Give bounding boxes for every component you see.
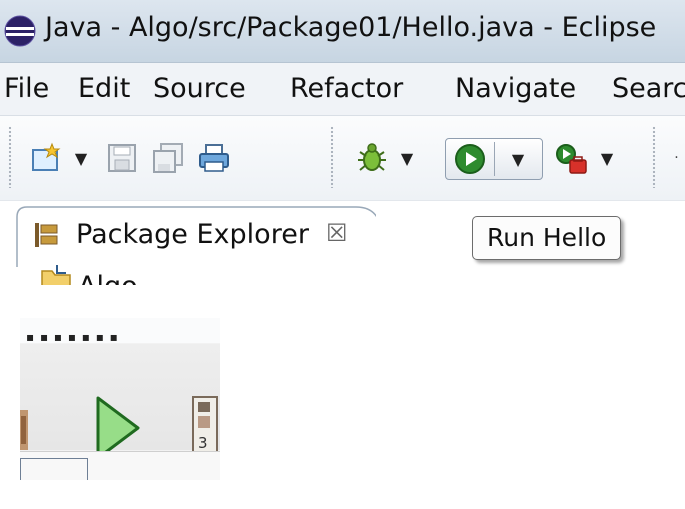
inset-outline-box <box>20 458 88 480</box>
eclipse-window: Java - Algo/src/Package01/Hello.java - E… <box>0 0 685 285</box>
save-all-button[interactable] <box>148 138 188 178</box>
print-button[interactable] <box>194 138 234 178</box>
run-tooltip: Run Hello <box>472 216 622 260</box>
debug-dropdown-arrow[interactable]: ▼ <box>398 146 416 170</box>
inset-widget-bar <box>198 402 210 412</box>
new-button[interactable] <box>26 138 68 178</box>
close-icon[interactable]: ☒ <box>326 219 348 247</box>
run-dropdown-arrow[interactable]: ▼ <box>500 145 536 173</box>
toolbar-separator <box>652 126 656 188</box>
save-icon <box>108 144 136 172</box>
external-tools-dropdown-arrow[interactable]: ▼ <box>598 146 616 170</box>
inset-dotted-edge: ▪ ▪ ▪ ▪ ▪ ▪ ▪ <box>26 330 119 344</box>
title-bar: Java - Algo/src/Package01/Hello.java - E… <box>0 0 685 63</box>
menu-edit[interactable]: Edit <box>78 73 130 104</box>
main-toolbar: ▼ ▼ ▼ ▼ · <box>0 116 685 200</box>
external-tools-icon <box>556 144 587 174</box>
new-file-icon <box>32 142 61 171</box>
inset-partial-icon <box>20 410 28 450</box>
eclipse-logo-icon <box>4 15 36 47</box>
run-button[interactable] <box>450 141 490 177</box>
toolbar-overflow-icon[interactable]: · <box>668 150 685 166</box>
inset-top-strip: ▪ ▪ ▪ ▪ ▪ ▪ ▪ <box>20 318 220 344</box>
tree-item-project[interactable]: Algo <box>78 271 138 285</box>
menu-bar: File Edit Source Refactor Navigate Searc <box>0 63 685 116</box>
inset-digit: 3 <box>198 434 208 452</box>
print-icon <box>199 144 229 172</box>
menu-refactor[interactable]: Refactor <box>290 73 403 104</box>
inset-widget-block <box>198 416 210 428</box>
run-button-group[interactable]: ▼ <box>445 138 543 180</box>
inset-toolbar-area: 3 <box>20 344 220 460</box>
tab-package-explorer[interactable]: Package Explorer ☒ <box>16 205 376 267</box>
debug-icon <box>358 143 386 171</box>
inset-partial-widget: 3 <box>192 396 218 458</box>
run-split-divider <box>494 142 495 176</box>
package-explorer-icon <box>35 223 58 247</box>
project-folder-icon <box>41 265 71 285</box>
inset-bottom-strip <box>20 451 220 480</box>
save-all-icon <box>153 143 183 173</box>
menu-navigate[interactable]: Navigate <box>455 73 576 104</box>
debug-button[interactable] <box>350 136 394 180</box>
external-tools-button[interactable] <box>550 138 592 180</box>
toolbar-separator <box>8 126 12 188</box>
toolbar-separator <box>330 126 334 188</box>
menu-file[interactable]: File <box>4 73 49 104</box>
new-dropdown-arrow[interactable]: ▼ <box>72 146 90 170</box>
menu-search[interactable]: Searc <box>612 73 685 104</box>
window-title: Java - Algo/src/Package01/Hello.java - E… <box>45 12 657 43</box>
zoomed-toolbar-inset: ▪ ▪ ▪ ▪ ▪ ▪ ▪ 3 <box>20 318 220 480</box>
save-button[interactable] <box>102 138 142 178</box>
menu-source[interactable]: Source <box>153 73 246 104</box>
tab-label: Package Explorer <box>76 219 309 250</box>
run-icon <box>455 144 485 174</box>
